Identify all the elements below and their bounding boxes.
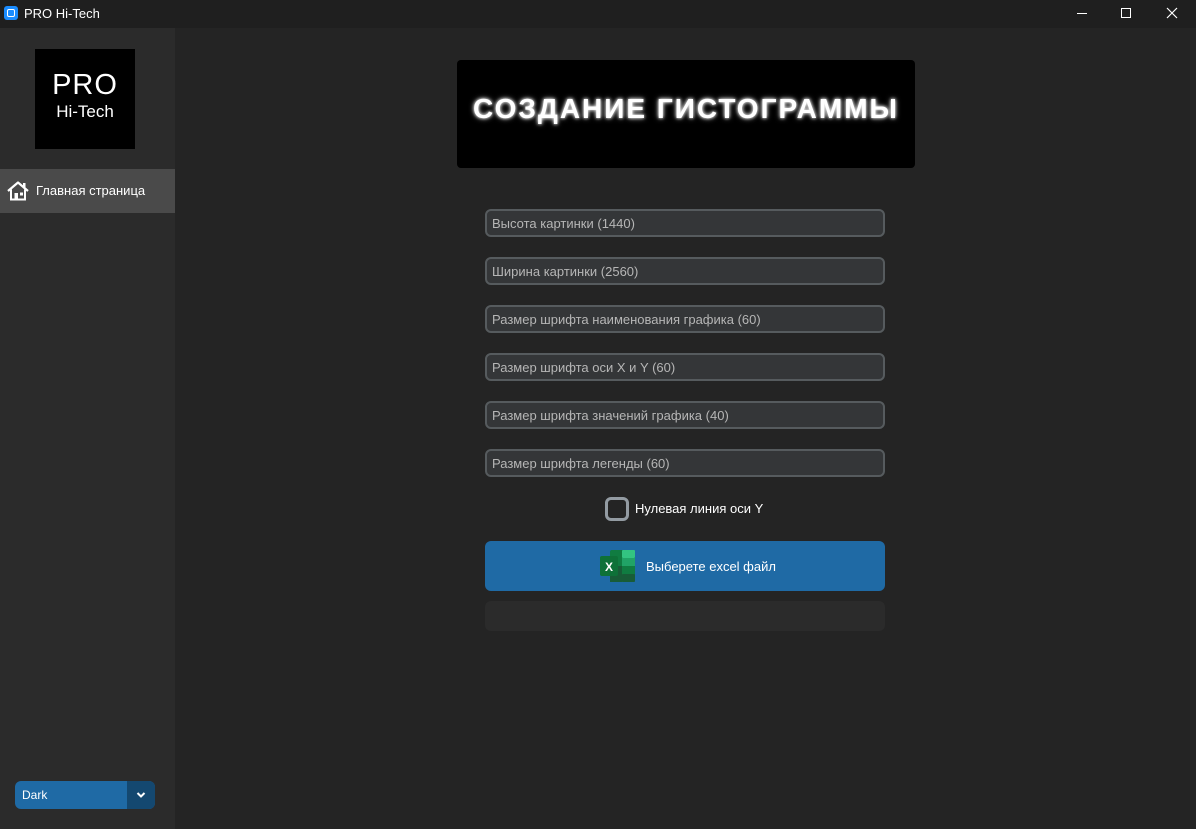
logo: PRO Hi-Tech xyxy=(35,49,135,149)
page-title: Создание гистограммы xyxy=(473,93,899,124)
sidebar: PRO Hi-Tech Главная страница Dark xyxy=(0,28,175,829)
sidebar-item-label: Главная страница xyxy=(36,183,146,198)
theme-dropdown[interactable]: Dark xyxy=(15,781,155,809)
close-icon xyxy=(1166,7,1178,19)
logo-line1: PRO xyxy=(52,69,118,101)
axis-font-size-input[interactable] xyxy=(485,353,885,381)
status-area xyxy=(485,601,885,631)
select-excel-label: Выберете excel файл xyxy=(646,559,776,574)
excel-icon: X xyxy=(600,550,635,582)
banner: Создание гистограммы xyxy=(457,60,915,168)
chart-title-font-size-input[interactable] xyxy=(485,305,885,333)
chevron-down-icon xyxy=(136,792,146,798)
zero-line-checkbox[interactable] xyxy=(605,497,629,521)
close-button[interactable] xyxy=(1149,0,1195,28)
maximize-button[interactable] xyxy=(1103,0,1149,28)
values-font-size-input[interactable] xyxy=(485,401,885,429)
image-width-input[interactable] xyxy=(485,257,885,285)
theme-dropdown-value: Dark xyxy=(22,788,48,802)
zero-line-label[interactable]: Нулевая линия оси Y xyxy=(635,501,763,516)
excel-icon-letter: X xyxy=(605,560,613,574)
logo-line2: Hi-Tech xyxy=(56,102,114,121)
window-title: PRO Hi-Tech xyxy=(24,6,100,21)
legend-font-size-input[interactable] xyxy=(485,449,885,477)
title-bar: PRO Hi-Tech xyxy=(0,0,1196,28)
theme-dropdown-arrow[interactable] xyxy=(127,781,155,809)
minimize-button[interactable] xyxy=(1059,0,1105,28)
home-icon xyxy=(7,181,29,201)
select-excel-button[interactable]: X Выберете excel файл xyxy=(485,541,885,591)
sidebar-item-home[interactable]: Главная страница xyxy=(0,169,175,213)
app-icon xyxy=(4,6,18,20)
image-height-input[interactable] xyxy=(485,209,885,237)
